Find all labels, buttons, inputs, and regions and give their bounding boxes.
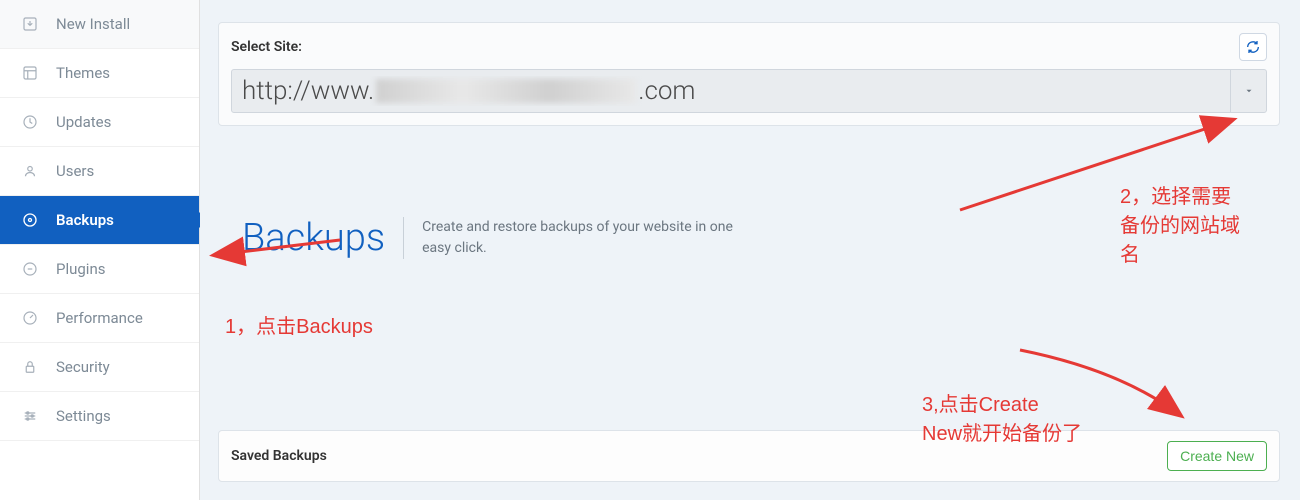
saved-backups-panel: Saved Backups Create New — [218, 430, 1280, 482]
site-url-suffix: .com — [638, 76, 695, 106]
site-selector[interactable]: http://www. .com — [231, 69, 1267, 113]
site-url-prefix: http://www. — [242, 76, 374, 106]
themes-icon — [20, 63, 40, 83]
sidebar-item-label: Plugins — [56, 260, 105, 278]
sidebar-item-label: Security — [56, 358, 110, 376]
select-site-panel: Select Site: http://www. .com — [218, 22, 1280, 126]
plugins-icon — [20, 259, 40, 279]
site-url-redacted — [376, 79, 636, 103]
sidebar-item-label: Updates — [56, 113, 111, 131]
sidebar-item-themes[interactable]: Themes — [0, 49, 199, 98]
sidebar-item-security[interactable]: Security — [0, 343, 199, 392]
sidebar-item-new-install[interactable]: New Install — [0, 0, 199, 49]
create-new-button[interactable]: Create New — [1167, 441, 1267, 471]
sidebar-item-backups[interactable]: Backups — [0, 196, 199, 245]
backups-heading: Backups Create and restore backups of yo… — [242, 216, 1280, 260]
sidebar-item-label: Themes — [56, 64, 110, 82]
sidebar-item-label: Backups — [56, 211, 114, 229]
sidebar-item-label: Settings — [56, 407, 111, 425]
app-container: New Install Themes Updates Users Backups — [0, 0, 1300, 500]
select-site-label: Select Site: — [231, 39, 302, 55]
sidebar-item-performance[interactable]: Performance — [0, 294, 199, 343]
users-icon — [20, 161, 40, 181]
backups-description: Create and restore backups of your websi… — [403, 217, 743, 259]
download-icon — [20, 14, 40, 34]
updates-icon — [20, 112, 40, 132]
sidebar: New Install Themes Updates Users Backups — [0, 0, 200, 500]
backups-icon — [20, 210, 40, 230]
security-icon — [20, 357, 40, 377]
sidebar-item-users[interactable]: Users — [0, 147, 199, 196]
sidebar-item-plugins[interactable]: Plugins — [0, 245, 199, 294]
performance-icon — [20, 308, 40, 328]
backups-title: Backups — [242, 216, 403, 260]
settings-icon — [20, 406, 40, 426]
site-url-display: http://www. .com — [232, 76, 1230, 106]
site-dropdown-caret[interactable] — [1230, 70, 1266, 112]
saved-backups-label: Saved Backups — [231, 448, 327, 464]
refresh-button[interactable] — [1239, 33, 1267, 61]
main-content: Select Site: http://www. .com Backups Cr… — [200, 0, 1300, 500]
select-site-header: Select Site: — [231, 33, 1267, 61]
sidebar-item-settings[interactable]: Settings — [0, 392, 199, 441]
sidebar-item-updates[interactable]: Updates — [0, 98, 199, 147]
sidebar-item-label: New Install — [56, 15, 130, 33]
sidebar-item-label: Performance — [56, 309, 143, 327]
sidebar-item-label: Users — [56, 162, 94, 180]
